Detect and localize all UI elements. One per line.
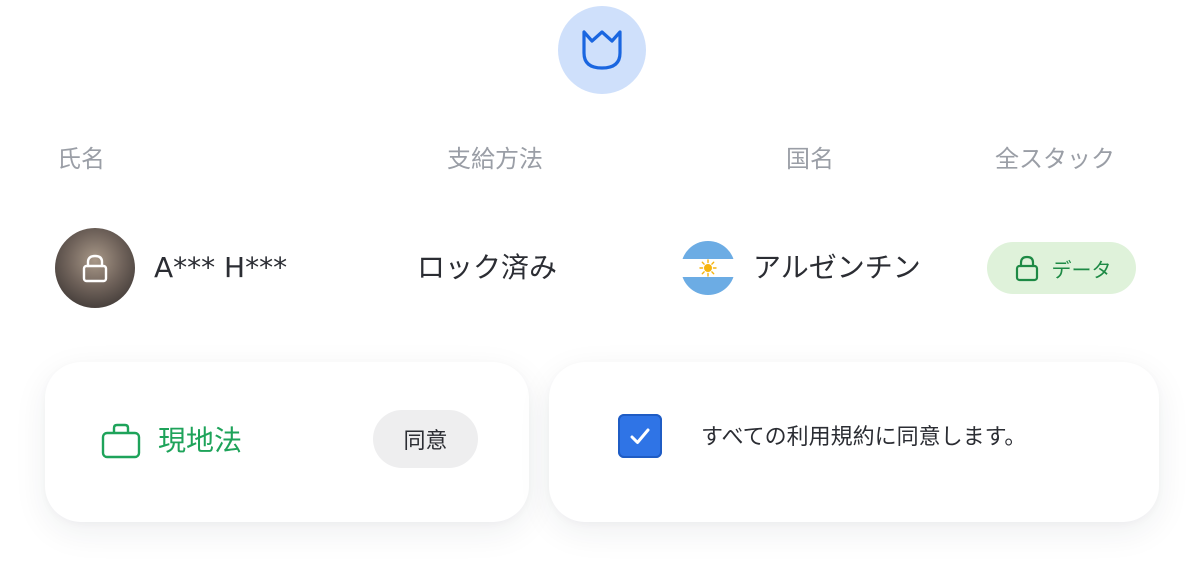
- lock-icon: [1015, 255, 1038, 282]
- stack-status-badge: データ: [987, 242, 1136, 294]
- page: 氏名 支給方法 国名 全スタック A*** H*** ロック済み アルゼンチン …: [0, 0, 1200, 572]
- country-value: アルゼンチン: [753, 251, 921, 284]
- avatar: [55, 228, 135, 308]
- terms-text: すべての利用規約に同意します。: [701, 425, 1027, 450]
- stack-badge-label: データ: [1051, 257, 1112, 282]
- header-name: 氏名: [57, 145, 105, 173]
- lock-icon: [82, 254, 108, 283]
- header-full-stack: 全スタック: [995, 145, 1115, 173]
- briefcase-icon: [101, 423, 141, 459]
- checkmark-icon: [630, 428, 650, 444]
- person-name: A*** H***: [154, 251, 288, 284]
- shield-icon: [582, 30, 622, 70]
- payment-method-value: ロック済み: [417, 251, 558, 284]
- local-law-label-group: 現地法: [100, 422, 242, 460]
- local-law-card: 現地法 同意: [45, 362, 529, 522]
- argentina-flag-icon: [681, 241, 735, 295]
- local-law-label: 現地法: [158, 424, 243, 457]
- agree-button[interactable]: 同意: [373, 410, 478, 468]
- header-country: 国名: [786, 145, 834, 173]
- terms-card: すべての利用規約に同意します。: [549, 362, 1159, 522]
- terms-checkbox[interactable]: [618, 414, 662, 458]
- shield-badge: [558, 6, 646, 94]
- header-payment-method: 支給方法: [447, 145, 543, 173]
